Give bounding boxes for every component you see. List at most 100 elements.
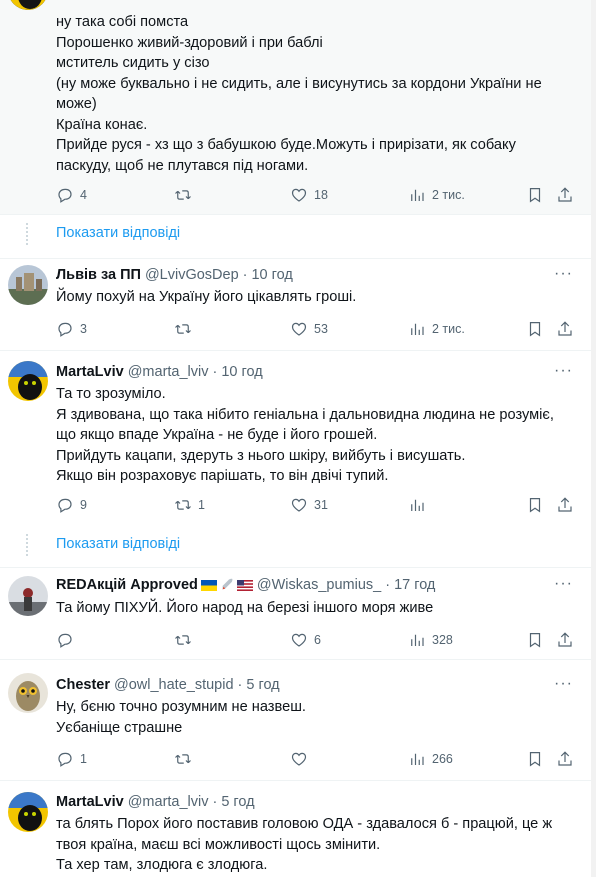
share-button[interactable] (556, 748, 574, 770)
bookmark-icon (529, 752, 541, 767)
reply-icon (58, 633, 72, 648)
reply-icon (58, 752, 72, 767)
share-button[interactable] (556, 184, 574, 206)
bookmark-icon (529, 498, 541, 513)
views-button[interactable]: 2 тис. (408, 184, 465, 206)
views-button[interactable]: 328 (408, 629, 453, 651)
views-icon (411, 499, 424, 511)
timestamp[interactable]: 5 год (221, 792, 254, 812)
reply-icon (58, 188, 72, 203)
like-button[interactable]: 53 (290, 318, 328, 340)
views-icon (411, 753, 424, 765)
tweet-text: Йому похуй на Україну його цікавлять гро… (56, 289, 357, 305)
author-name[interactable]: MartaLviv (56, 792, 124, 812)
author-name[interactable]: Chester (56, 675, 110, 695)
avatar[interactable] (8, 673, 48, 713)
retweet-button[interactable] (174, 629, 198, 651)
retweet-icon (175, 500, 191, 510)
timestamp[interactable]: 10 год (221, 362, 262, 382)
bookmark-button[interactable] (526, 748, 544, 770)
bookmark-button[interactable] (526, 318, 544, 340)
bookmark-icon (529, 322, 541, 337)
show-replies-link[interactable]: Показати відповіді (56, 536, 180, 552)
like-icon (291, 633, 307, 647)
author-name[interactable]: Львів за ПП (56, 265, 141, 285)
avatar[interactable] (8, 361, 48, 401)
bookmark-icon (529, 188, 541, 203)
tweet-0[interactable]: ну така собі помста Порошенко живий-здор… (0, 0, 591, 215)
bookmark-button[interactable] (526, 629, 544, 651)
views-icon (411, 634, 424, 646)
timestamp[interactable]: 17 год (394, 575, 435, 595)
show-replies[interactable]: Показати відповіді (0, 522, 591, 568)
tweet-actions: 1 266 (56, 748, 577, 770)
avatar[interactable] (8, 792, 48, 832)
share-icon (558, 497, 572, 512)
author-name[interactable]: REDАкцій Approved (56, 575, 198, 595)
bookmark-button[interactable] (526, 494, 544, 516)
usa-flag-icon (236, 579, 253, 591)
tweet-3[interactable]: REDАкцій Approved @Wiskas_pumius_ · 17 г… (0, 568, 591, 660)
tweet-actions: 3 53 2 тис. (56, 318, 577, 340)
tweet-1[interactable]: Львів за ПП @LvivGosDep · 10 год ··· Йом… (0, 259, 591, 351)
tweet-text: Та то зрозуміло. Я здивована, що така ні… (56, 386, 554, 484)
share-button[interactable] (556, 494, 574, 516)
timestamp[interactable]: 5 год (246, 675, 279, 695)
views-button[interactable]: 266 (408, 748, 453, 770)
author-handle[interactable]: @marta_lviv (128, 362, 209, 382)
author-handle[interactable]: @LvivGosDep (145, 265, 239, 285)
like-button[interactable]: 31 (290, 494, 328, 516)
reply-button[interactable]: 1 (56, 748, 87, 770)
show-replies[interactable]: Показати відповіді (0, 211, 591, 259)
more-icon[interactable]: ··· (554, 675, 573, 693)
like-button[interactable] (290, 748, 314, 770)
tweet-header: MartaLviv @marta_lviv · 5 год (56, 792, 255, 812)
reply-button[interactable] (56, 629, 80, 651)
views-icon (411, 189, 424, 201)
like-button[interactable]: 18 (290, 184, 328, 206)
reply-button[interactable]: 4 (56, 184, 87, 206)
author-handle[interactable]: @owl_hate_stupid (114, 675, 234, 695)
retweet-button[interactable] (174, 184, 198, 206)
like-icon (291, 322, 307, 336)
timestamp[interactable]: 10 год (251, 265, 292, 285)
tweet-header: MartaLviv @marta_lviv · 10 год (56, 362, 263, 382)
tweet-4[interactable]: Chester @owl_hate_stupid · 5 год ··· Ну,… (0, 661, 591, 781)
share-button[interactable] (556, 318, 574, 340)
like-icon (291, 188, 307, 202)
tweet-header: Львів за ПП @LvivGosDep · 10 год (56, 265, 293, 285)
show-replies-link[interactable]: Показати відповіді (56, 225, 180, 241)
tweet-text: та блять Порох його поставив головою ОДА… (56, 816, 553, 873)
views-icon (411, 323, 424, 335)
tweet-5[interactable]: MartaLviv @marta_lviv · 5 год та блять П… (0, 782, 591, 877)
tweet-header: REDАкцій Approved @Wiskas_pumius_ · 17 г… (56, 575, 436, 595)
like-icon (291, 498, 307, 512)
views-button[interactable] (408, 494, 432, 516)
retweet-button[interactable] (174, 748, 198, 770)
retweet-button[interactable]: 1 (174, 494, 205, 516)
reply-button[interactable]: 9 (56, 494, 87, 516)
author-handle[interactable]: @marta_lviv (128, 792, 209, 812)
more-icon[interactable]: ··· (554, 265, 573, 283)
avatar[interactable] (8, 576, 48, 616)
avatar[interactable] (8, 265, 48, 305)
more-icon[interactable]: ··· (554, 575, 573, 593)
tweet-actions: 4 18 2 тис. (56, 184, 577, 206)
tweet-text: ну така собі помста Порошенко живий-здор… (56, 14, 542, 174)
share-button[interactable] (556, 629, 574, 651)
scrollbar[interactable] (591, 0, 596, 877)
views-button[interactable]: 2 тис. (408, 318, 465, 340)
tweet-actions: 9 1 31 (56, 494, 577, 516)
reply-button[interactable]: 3 (56, 318, 87, 340)
avatar[interactable] (8, 0, 48, 10)
author-name[interactable]: MartaLviv (56, 362, 124, 382)
author-handle[interactable]: @Wiskas_pumius_ (257, 575, 381, 595)
share-icon (558, 632, 572, 647)
bookmark-button[interactable] (526, 184, 544, 206)
more-icon[interactable]: ··· (554, 362, 573, 380)
rocket-icon (222, 578, 233, 590)
share-icon (558, 751, 572, 766)
like-button[interactable]: 6 (290, 629, 321, 651)
tweet-2[interactable]: MartaLviv @marta_lviv · 10 год ··· Та то… (0, 352, 591, 523)
retweet-button[interactable] (174, 318, 198, 340)
